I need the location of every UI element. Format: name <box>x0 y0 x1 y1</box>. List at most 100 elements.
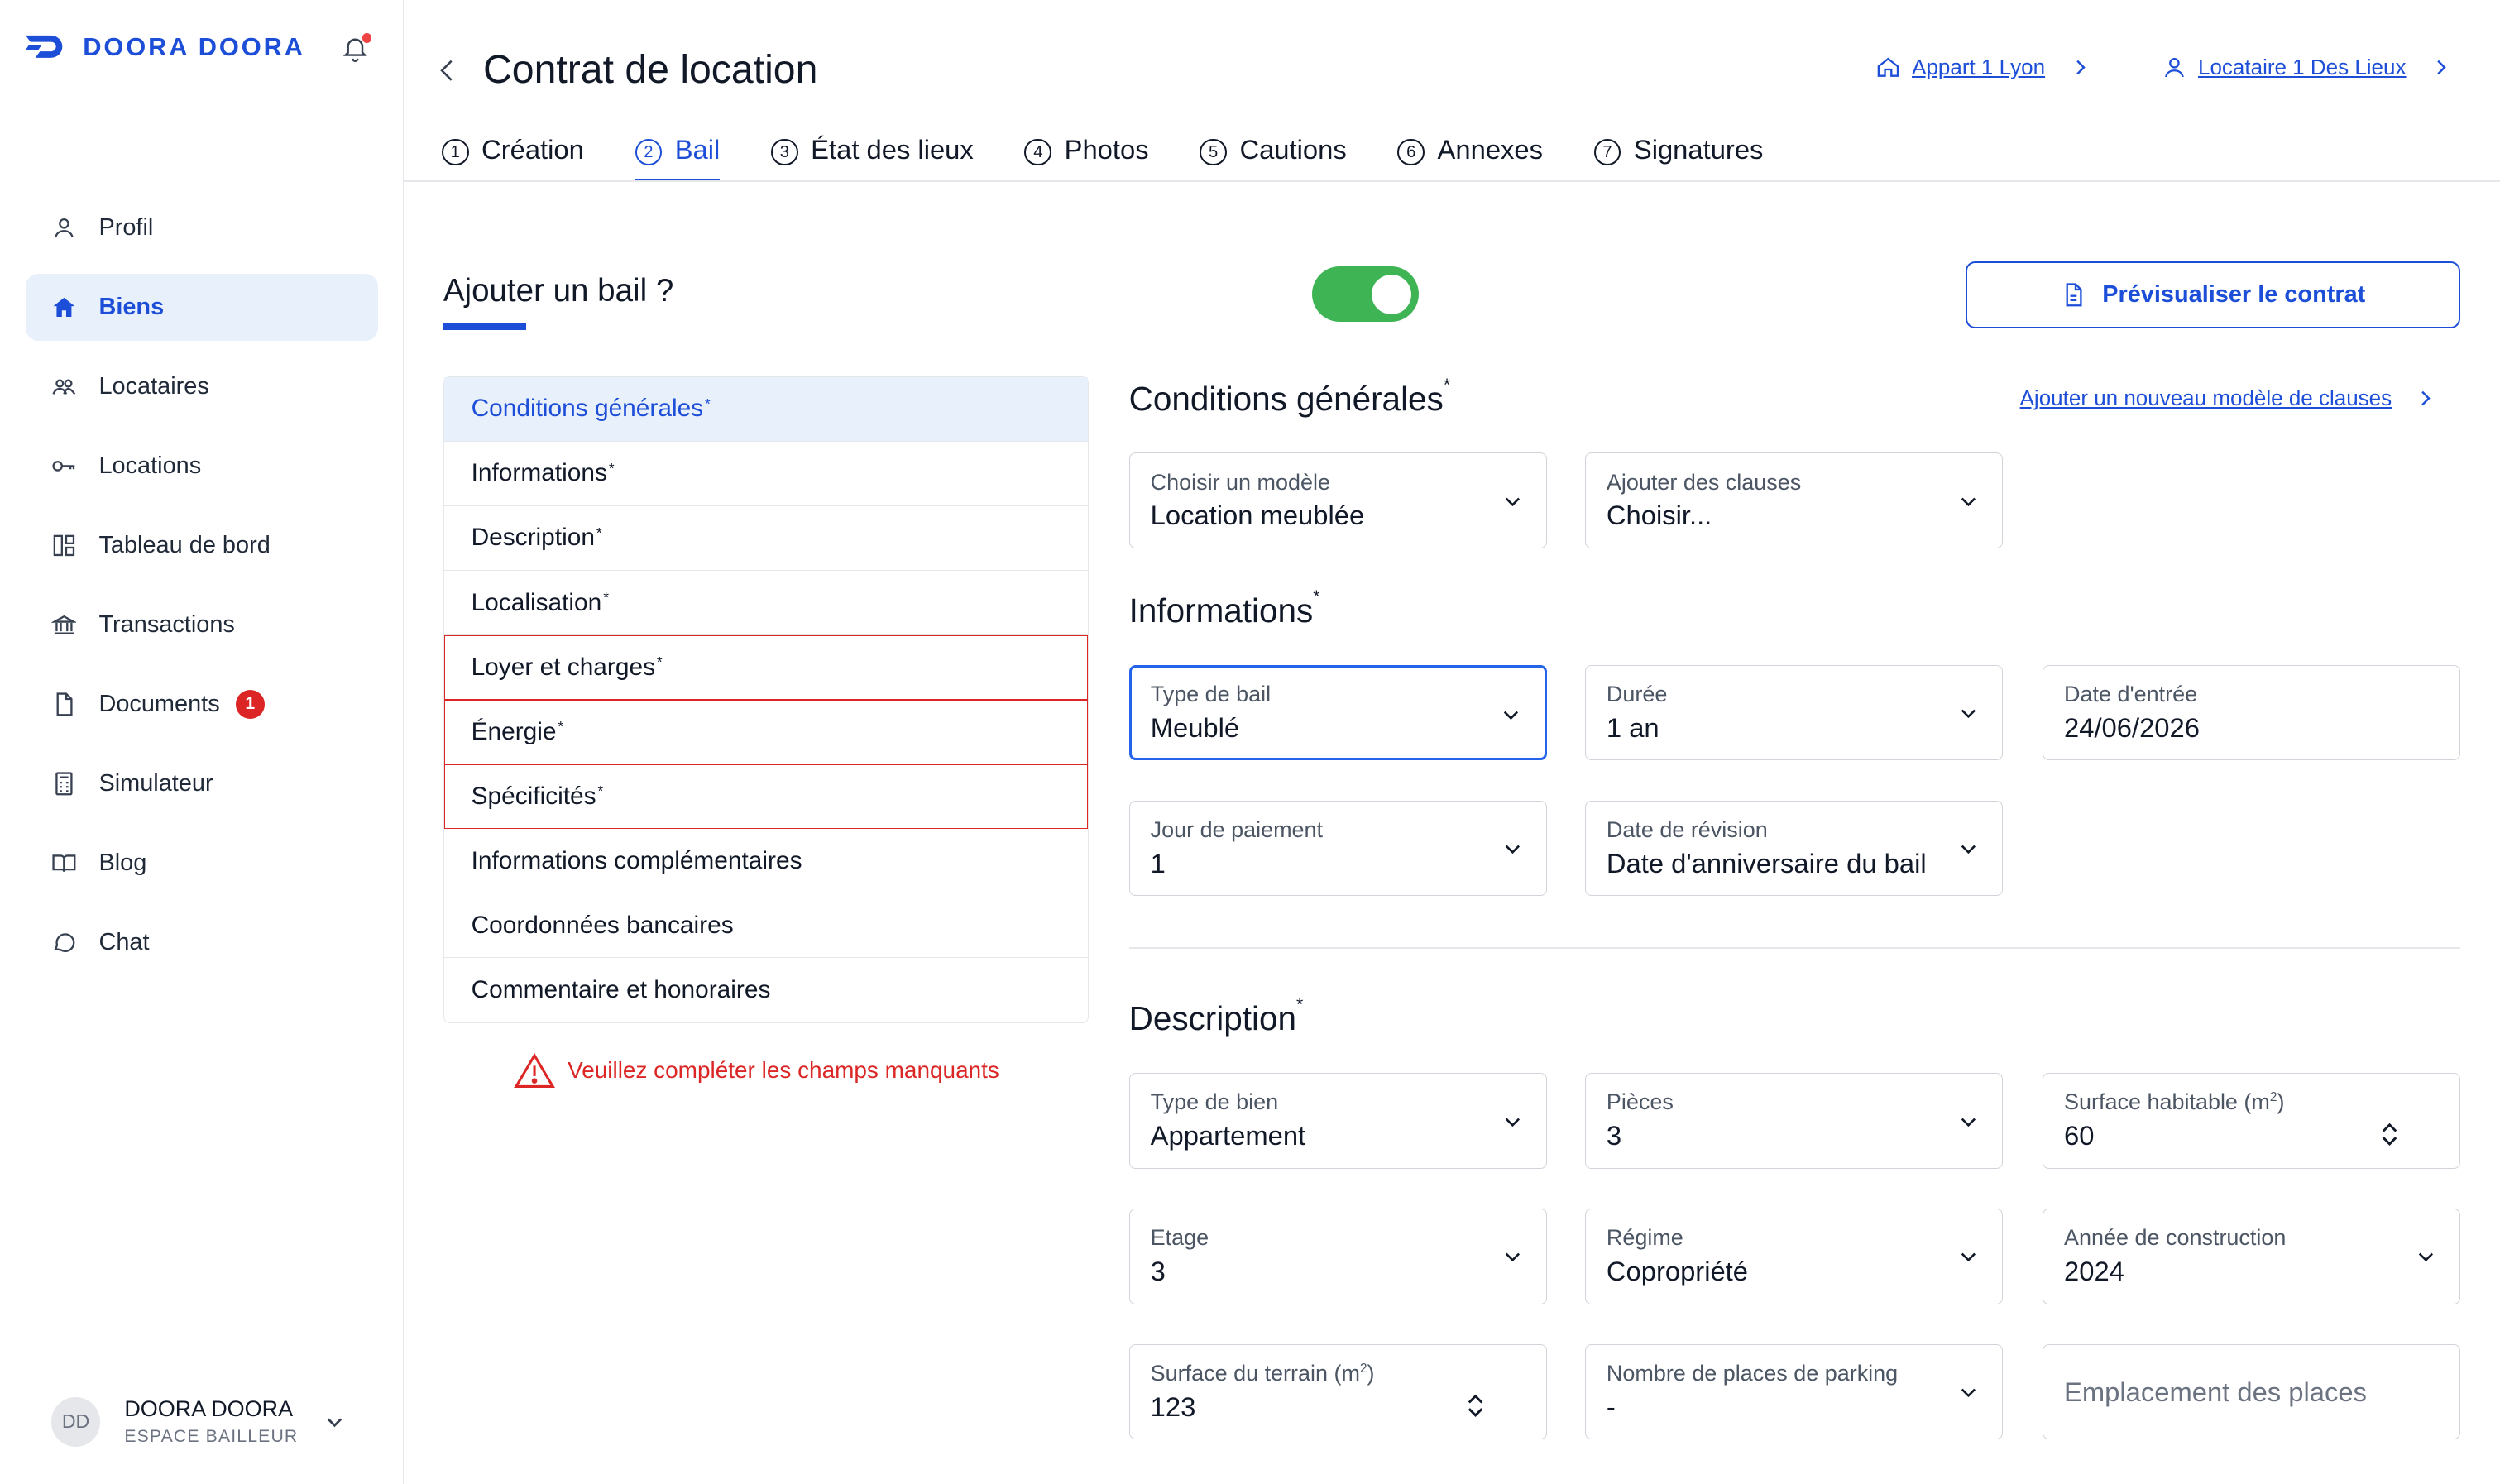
parking-location-input[interactable]: Emplacement des places <box>2042 1343 2460 1440</box>
floor-select[interactable]: Etage 3 <box>1128 1208 1547 1304</box>
chevron-down-icon <box>1956 1109 1981 1135</box>
field-label: Surface du terrain (m2) <box>1151 1361 1546 1386</box>
chevron-down-icon[interactable] <box>322 1410 347 1435</box>
sidebar-item-blog[interactable]: Blog <box>26 830 378 897</box>
field-value: Date d'anniversaire du bail <box>1606 847 1927 878</box>
entry-date-field[interactable]: Date d'entrée 24/06/2026 <box>2042 664 2460 761</box>
lease-type-select[interactable]: Type de bail Meublé <box>1128 664 1547 761</box>
preview-contract-button[interactable]: Prévisualiser le contrat <box>1966 261 2460 329</box>
tab-label: État des lieux <box>811 133 974 165</box>
crumb-property-link[interactable]: Appart 1 Lyon <box>1875 55 2091 80</box>
label-text: Surface habitable (m <box>2064 1089 2270 1115</box>
missing-fields-warning: Veuillez compléter les champs manquants <box>513 1052 999 1089</box>
field-value: 2024 <box>2064 1256 2124 1287</box>
chevron-down-icon <box>1500 1109 1525 1135</box>
avatar: DD <box>50 1396 101 1447</box>
user-menu[interactable]: DD DOORA DOORA ESPACE BAILLEUR <box>50 1396 370 1447</box>
section-item-specificites[interactable]: Spécificités * <box>443 764 1089 830</box>
regime-select[interactable]: Régime Copropriété <box>1584 1208 2003 1304</box>
add-model-label: Ajouter un nouveau modèle de clauses <box>2019 385 2392 411</box>
brand-logo[interactable]: DOORA DOORA <box>25 31 305 62</box>
duration-select[interactable]: Durée 1 an <box>1584 664 2003 761</box>
breadcrumb: Appart 1 Lyon Locataire 1 Des Lieux <box>1875 55 2453 80</box>
sidebar-item-documents[interactable]: Documents 1 <box>26 671 378 738</box>
field-value: 3 <box>1606 1120 1622 1151</box>
field-label: Régime <box>1606 1225 1683 1251</box>
required-mark: * <box>603 589 609 606</box>
section-item-conditions-generales[interactable]: Conditions générales * <box>443 376 1089 442</box>
section-item-informations[interactable]: Informations * <box>443 442 1089 506</box>
tab-creation[interactable]: 1 Création <box>441 134 584 182</box>
number-spinner-icon[interactable] <box>2380 1120 2399 1149</box>
sidebar-item-chat[interactable]: Chat <box>26 909 378 976</box>
sidebar-item-profil[interactable]: Profil <box>26 194 378 261</box>
section-item-localisation[interactable]: Localisation * <box>443 571 1089 636</box>
field-value: Meublé <box>1150 711 1240 743</box>
sidebar-item-locations[interactable]: Locations <box>26 433 378 500</box>
warning-text: Veuillez compléter les champs manquants <box>568 1057 999 1084</box>
property-type-select[interactable]: Type de bien Appartement <box>1128 1073 1547 1169</box>
tab-bail[interactable]: 2 Bail <box>635 134 721 182</box>
revision-date-select[interactable]: Date de révision Date d'anniversaire du … <box>1584 800 2003 897</box>
sidebar-item-biens[interactable]: Biens <box>25 274 378 342</box>
add-lease-toggle[interactable] <box>1312 266 1420 323</box>
tab-etat-des-lieux[interactable]: 3 État des lieux <box>770 133 974 182</box>
add-clause-model-link[interactable]: Ajouter un nouveau modèle de clauses <box>2020 385 2436 411</box>
chevron-right-icon <box>2069 56 2091 79</box>
section-item-loyer-et-charges[interactable]: Loyer et charges * <box>443 635 1089 701</box>
construction-year-select[interactable]: Année de construction 2024 <box>2042 1208 2460 1304</box>
user-info: DOORA DOORA ESPACE BAILLEUR <box>124 1396 298 1447</box>
tab-label: Annexes <box>1437 133 1543 165</box>
number-spinner-icon[interactable] <box>1466 1391 1485 1420</box>
chevron-down-icon <box>1956 701 1981 726</box>
brand-name: DOORA DOORA <box>83 31 305 61</box>
field-label: Durée <box>1606 681 1668 706</box>
tabs-divider <box>403 180 2500 182</box>
required-mark: * <box>705 395 711 413</box>
payment-day-select[interactable]: Jour de paiement 1 <box>1128 800 1547 897</box>
page-title: Contrat de location <box>483 46 818 92</box>
sidebar-item-simulateur[interactable]: Simulateur <box>26 750 378 817</box>
section-item-description[interactable]: Description * <box>443 506 1089 571</box>
sidebar-item-tableau-de-bord[interactable]: Tableau de bord <box>26 512 378 579</box>
required-mark: * <box>608 460 615 477</box>
section-item-commentaire-et-honoraires[interactable]: Commentaire et honoraires <box>444 958 1089 1022</box>
section-item-coordonnees-bancaires[interactable]: Coordonnées bancaires <box>443 893 1089 959</box>
user-name: DOORA DOORA <box>124 1396 294 1422</box>
field-value: 24/06/2026 <box>2064 711 2200 743</box>
section-title-description: Description* <box>1129 995 1304 1038</box>
field-label: Etage <box>1150 1225 1209 1251</box>
section-label: Loyer et charges <box>471 653 655 681</box>
sidebar-item-locataires[interactable]: Locataires <box>26 353 378 420</box>
tab-number: 5 <box>1200 138 1228 166</box>
tab-number: 1 <box>441 138 469 166</box>
crumb-tenant-link[interactable]: Locataire 1 Des Lieux <box>2162 55 2453 80</box>
user-icon <box>51 215 77 241</box>
tab-signatures[interactable]: 7 Signatures <box>1593 134 1763 182</box>
crumb-label: Locataire 1 Des Lieux <box>2198 54 2407 79</box>
tab-cautions[interactable]: 5 Cautions <box>1200 134 1347 182</box>
sidebar-item-transactions[interactable]: Transactions <box>26 591 378 658</box>
section-label: Commentaire et honoraires <box>471 976 771 1004</box>
clauses-select[interactable]: Ajouter des clauses Choisir... <box>1584 452 2003 549</box>
parking-count-select[interactable]: Nombre de places de parking - <box>1584 1343 2003 1440</box>
living-area-input[interactable]: Surface habitable (m2) 60 <box>2042 1073 2460 1169</box>
land-area-input[interactable]: Surface du terrain (m2) 123 <box>1128 1343 1547 1440</box>
notifications-bell[interactable] <box>341 33 372 64</box>
rooms-select[interactable]: Pièces 3 <box>1584 1073 2003 1169</box>
sidebar-item-label: Locations <box>98 452 202 480</box>
add-lease-question: Ajouter un bail ? <box>443 272 674 309</box>
tab-number: 7 <box>1593 138 1621 166</box>
chevron-down-icon <box>1500 836 1525 862</box>
section-item-informations-complementaires[interactable]: Informations complémentaires <box>443 829 1089 894</box>
section-label: Informations <box>471 459 607 487</box>
field-label: Date de révision <box>1606 816 1768 842</box>
required-mark: * <box>597 783 604 800</box>
field-value: - <box>1606 1391 1616 1422</box>
model-select[interactable]: Choisir un modèle Location meublée <box>1128 452 1547 549</box>
back-chevron-icon[interactable] <box>433 55 462 87</box>
tab-annexes[interactable]: 6 Annexes <box>1397 134 1543 182</box>
tab-photos[interactable]: 4 Photos <box>1024 134 1149 182</box>
sidebar-nav: Profil Biens Locataires Locations Tablea… <box>25 194 378 989</box>
section-item-energie[interactable]: Énergie * <box>443 700 1089 765</box>
